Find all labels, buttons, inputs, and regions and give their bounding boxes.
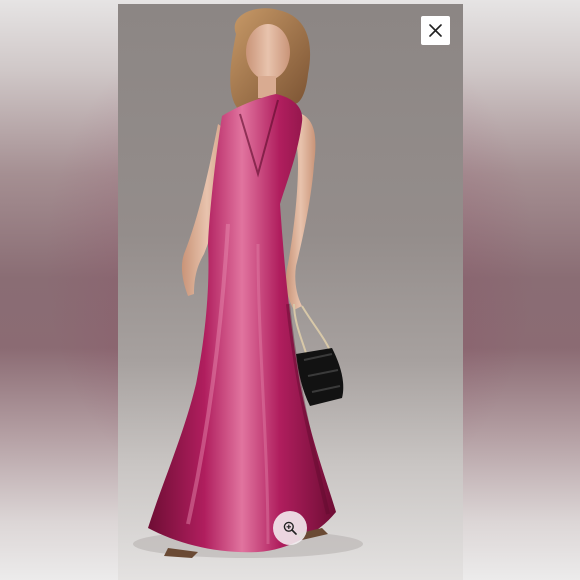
zoom-in-icon	[283, 521, 297, 535]
model-illustration	[133, 8, 363, 558]
product-photo[interactable]	[118, 4, 463, 580]
zoom-button[interactable]	[273, 511, 307, 545]
close-button[interactable]	[421, 16, 450, 45]
close-icon	[429, 24, 442, 37]
